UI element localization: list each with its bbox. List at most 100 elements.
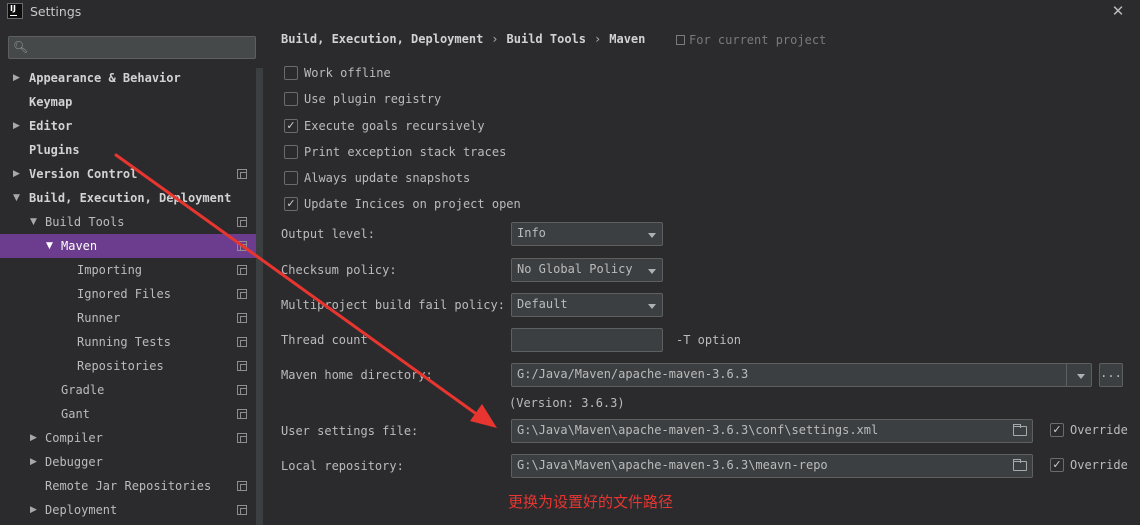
- tree-item-label: Repositories: [77, 359, 164, 373]
- tree-item-label: Compiler: [45, 431, 103, 445]
- tree-item-label: Gant: [61, 407, 90, 421]
- annotation-text: 更换为设置好的文件路径: [508, 493, 674, 511]
- project-scope-icon: [676, 35, 685, 45]
- multiproject-fail-policy-label: Multiproject build fail policy:: [281, 298, 505, 312]
- user-settings-input[interactable]: G:\Java\Maven\apache-maven-3.6.3\conf\se…: [511, 419, 1033, 443]
- maven-settings-panel: Build, Execution, Deployment › Build Tools…: [263, 24, 1140, 525]
- always-update-snapshots-label: Always update snapshots: [304, 171, 471, 185]
- breadcrumb-item[interactable]: Build Tools: [507, 32, 586, 46]
- local-repository-label: Local repository:: [281, 459, 404, 473]
- project-scope-icon: [237, 433, 247, 443]
- expand-arrow-icon[interactable]: ▶: [30, 498, 37, 522]
- tree-item-build-execution-deployment[interactable]: ▼ Build, Execution, Deployment: [0, 186, 256, 210]
- execute-goals-recursively-label: Execute goals recursively: [304, 119, 485, 133]
- user-settings-value: G:\Java\Maven\apache-maven-3.6.3\conf\se…: [517, 423, 879, 437]
- sidebar-scrollbar[interactable]: [256, 68, 263, 525]
- expand-arrow-icon[interactable]: ▶: [30, 450, 37, 474]
- output-level-select[interactable]: Info: [511, 222, 663, 246]
- expand-arrow-icon[interactable]: ▶: [30, 426, 37, 450]
- output-level-value: Info: [517, 226, 546, 240]
- chevron-down-icon: [1077, 374, 1085, 379]
- folder-icon[interactable]: [1013, 424, 1027, 436]
- close-icon[interactable]: ✕: [1110, 3, 1126, 19]
- maven-home-select[interactable]: G:/Java/Maven/apache-maven-3.6.3: [511, 363, 1092, 387]
- tree-item-running-tests[interactable]: Running Tests: [0, 330, 256, 354]
- collapse-arrow-icon[interactable]: ▼: [46, 234, 53, 258]
- tree-item-label: Gradle: [61, 383, 105, 397]
- tree-item-label: Ignored Files: [77, 287, 171, 301]
- use-plugin-registry-checkbox[interactable]: [284, 92, 298, 106]
- title-bar: IJ Settings ✕: [0, 0, 1140, 24]
- tree-item-label: Importing: [77, 263, 143, 277]
- project-scope-icon: [237, 241, 247, 251]
- tree-item-label: Keymap: [29, 95, 73, 109]
- window-title: Settings: [30, 4, 82, 19]
- print-exception-stack-traces-checkbox[interactable]: [284, 145, 298, 159]
- tree-item-label: Maven: [61, 239, 98, 253]
- output-level-label: Output level:: [281, 227, 375, 241]
- update-indices-checkbox[interactable]: ✓: [284, 197, 298, 211]
- multiproject-fail-policy-select[interactable]: Default: [511, 293, 663, 317]
- breadcrumb-separator: ›: [491, 32, 499, 46]
- folder-icon[interactable]: [1013, 459, 1027, 471]
- print-exception-stack-traces-label: Print exception stack traces: [304, 145, 507, 159]
- project-scope-icon: [237, 505, 247, 515]
- user-settings-override-label: Override: [1070, 423, 1128, 437]
- work-offline-label: Work offline: [304, 66, 391, 80]
- tree-item-repositories[interactable]: Repositories: [0, 354, 256, 378]
- expand-arrow-icon[interactable]: ▶: [13, 162, 20, 186]
- project-scope-icon: [237, 169, 247, 179]
- project-scope-icon: [237, 289, 247, 299]
- tree-item-gant[interactable]: Gant: [0, 402, 256, 426]
- divider: [1066, 364, 1067, 386]
- tree-item-compiler[interactable]: ▶ Compiler: [0, 426, 256, 450]
- execute-goals-recursively-checkbox[interactable]: ✓: [284, 119, 298, 133]
- tree-item-deployment[interactable]: ▶ Deployment: [0, 498, 256, 522]
- tree-item-ignored-files[interactable]: Ignored Files: [0, 282, 256, 306]
- project-scope-icon: [237, 409, 247, 419]
- breadcrumb-item: Maven: [609, 32, 646, 46]
- tree-item-label: Editor: [29, 119, 73, 133]
- tree-item-gradle[interactable]: Gradle: [0, 378, 256, 402]
- breadcrumb-item[interactable]: Build, Execution, Deployment: [281, 32, 483, 46]
- tree-item-runner[interactable]: Runner: [0, 306, 256, 330]
- multiproject-fail-policy-value: Default: [517, 297, 568, 311]
- maven-home-label: Maven home directory:: [281, 368, 433, 382]
- tree-item-editor[interactable]: ▶ Editor: [0, 114, 256, 138]
- work-offline-checkbox[interactable]: [284, 66, 298, 80]
- search-field[interactable]: 🔍︎: [8, 36, 256, 59]
- tree-item-remote-jar-repositories[interactable]: Remote Jar Repositories: [0, 474, 256, 498]
- collapse-arrow-icon[interactable]: ▼: [30, 210, 37, 234]
- always-update-snapshots-checkbox[interactable]: [284, 171, 298, 185]
- project-scope-icon: [237, 313, 247, 323]
- tree-item-debugger[interactable]: ▶ Debugger: [0, 450, 256, 474]
- tree-item-build-tools[interactable]: ▼ Build Tools: [0, 210, 256, 234]
- project-scope-icon: [237, 385, 247, 395]
- checksum-policy-select[interactable]: No Global Policy: [511, 258, 663, 282]
- user-settings-label: User settings file:: [281, 424, 419, 438]
- collapse-arrow-icon[interactable]: ▼: [13, 186, 20, 210]
- search-input[interactable]: [33, 39, 248, 56]
- local-repository-override-label: Override: [1070, 458, 1128, 472]
- tree-item-label: Remote Jar Repositories: [45, 479, 212, 493]
- browse-maven-home-button[interactable]: ...: [1099, 363, 1123, 387]
- maven-version-text: (Version: 3.6.3): [509, 396, 625, 410]
- tree-item-version-control[interactable]: ▶ Version Control: [0, 162, 256, 186]
- tree-item-label: Version Control: [29, 167, 138, 181]
- thread-count-label: Thread count: [281, 333, 368, 347]
- tree-item-keymap[interactable]: Keymap: [0, 90, 256, 114]
- project-scope-icon: [237, 361, 247, 371]
- user-settings-override-checkbox[interactable]: ✓: [1050, 423, 1064, 437]
- expand-arrow-icon[interactable]: ▶: [13, 66, 20, 90]
- tree-item-maven[interactable]: ▼ Maven: [0, 234, 256, 258]
- tree-item-plugins[interactable]: Plugins: [0, 138, 256, 162]
- update-indices-label: Update Incices on project open: [304, 197, 521, 211]
- local-repository-input[interactable]: G:\Java\Maven\apache-maven-3.6.3\meavn-r…: [511, 454, 1033, 478]
- chevron-down-icon: [648, 269, 656, 274]
- expand-arrow-icon[interactable]: ▶: [13, 114, 20, 138]
- tree-item-appearance-behavior[interactable]: ▶ Appearance & Behavior: [0, 66, 256, 90]
- checksum-policy-label: Checksum policy:: [281, 263, 397, 277]
- thread-count-input[interactable]: [511, 328, 663, 352]
- local-repository-override-checkbox[interactable]: ✓: [1050, 458, 1064, 472]
- tree-item-importing[interactable]: Importing: [0, 258, 256, 282]
